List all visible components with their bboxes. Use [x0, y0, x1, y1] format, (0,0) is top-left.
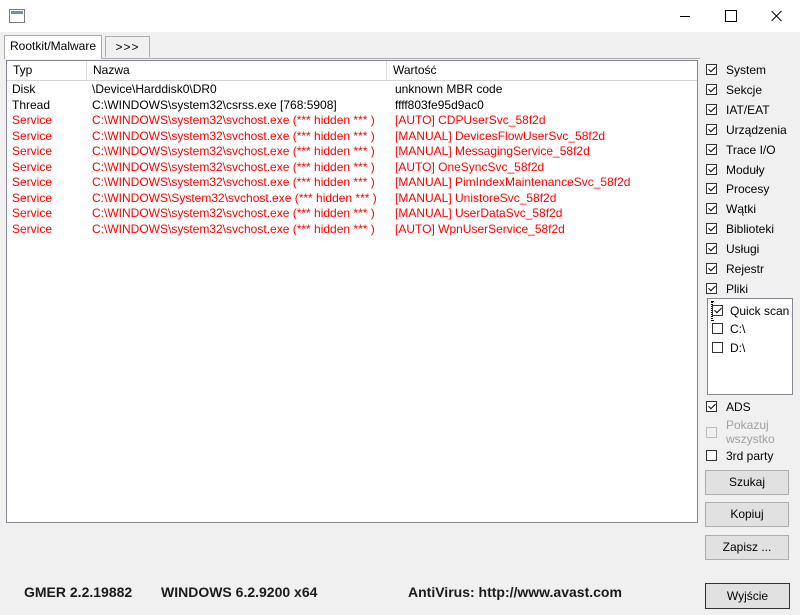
- cell-typ: Thread: [12, 97, 51, 112]
- cell-typ: Service: [12, 113, 53, 127]
- table-row[interactable]: Service C:\WINDOWS\system32\svchost.exe (…: [7, 113, 697, 129]
- checkbox[interactable]: [712, 305, 723, 316]
- checkbox[interactable]: [712, 323, 723, 334]
- cell-wartosc: [MANUAL] UserDataSvc_58f2d: [395, 206, 563, 220]
- cell-typ: Service: [12, 221, 53, 236]
- checkbox[interactable]: [706, 103, 717, 115]
- status-bar: GMER 2.2.19882 WINDOWS 6.2.9200 x64 Anti…: [0, 573, 800, 615]
- cell-wartosc: [AUTO] OneSyncSvc_58f2d: [395, 159, 545, 174]
- checkbox: [706, 427, 717, 438]
- table-row[interactable]: Service C:\WINDOWS\system32\svchost.exe (…: [7, 206, 697, 222]
- option-label: IAT/EAT: [726, 102, 770, 117]
- cell-nazwa: C:\WINDOWS\system32\svchost.exe (*** hid…: [92, 144, 375, 158]
- list-header: Typ Nazwa Wartość: [7, 61, 697, 81]
- checkbox[interactable]: [706, 223, 717, 235]
- copy-button[interactable]: Kopiuj: [705, 502, 789, 527]
- option-show-all-label-2: wszystko: [726, 432, 775, 446]
- cell-typ: Service: [12, 175, 53, 189]
- checkbox[interactable]: [712, 342, 723, 353]
- option-label: Trace I/O: [726, 142, 776, 157]
- option-label: Urządzenia: [726, 122, 787, 137]
- column-header-nazwa[interactable]: Nazwa: [87, 61, 387, 80]
- os-text: WINDOWS 6.2.9200 x64: [161, 584, 318, 600]
- option-label: Biblioteki: [726, 222, 775, 237]
- cell-nazwa: C:\WINDOWS\System32\svchost.exe (*** hid…: [92, 190, 377, 205]
- cell-nazwa: C:\WINDOWS\system32\svchost.exe (*** hid…: [92, 128, 375, 143]
- cell-nazwa: C:\WINDOWS\system32\svchost.exe (*** hid…: [92, 113, 375, 127]
- checkbox[interactable]: [706, 83, 717, 95]
- option-label: Usługi: [726, 242, 760, 257]
- checkbox[interactable]: [706, 450, 717, 461]
- option-label: Moduły: [726, 162, 765, 177]
- checkbox[interactable]: [706, 282, 717, 294]
- cell-nazwa: C:\WINDOWS\system32\svchost.exe (*** hid…: [92, 206, 375, 220]
- table-row[interactable]: Service C:\WINDOWS\system32\svchost.exe (…: [7, 144, 697, 160]
- antivirus-text: AntiVirus: http://www.avast.com: [408, 584, 622, 600]
- option-label: Rejestr: [726, 262, 765, 276]
- option-label: Procesy: [726, 182, 770, 197]
- cell-wartosc: [MANUAL] MessagingService_58f2d: [395, 144, 590, 158]
- table-row[interactable]: Disk \Device\Harddisk0\DR0 unknown MBR cod…: [7, 82, 697, 98]
- table-row[interactable]: Service C:\WINDOWS\system32\svchost.exe (…: [7, 129, 697, 145]
- cell-nazwa: C:\WINDOWS\system32\svchost.exe (*** hid…: [92, 159, 375, 174]
- cell-typ: Service: [12, 144, 53, 158]
- minimize-icon: [680, 15, 690, 17]
- close-button[interactable]: [754, 0, 800, 32]
- table-row[interactable]: Service C:\WINDOWS\System32\svchost.exe (…: [7, 191, 697, 207]
- save-button[interactable]: Zapisz ...: [705, 535, 789, 560]
- option-label: Pliki: [726, 281, 749, 296]
- cell-wartosc: [MANUAL] UnistoreSvc_58f2d: [395, 190, 557, 205]
- option-label: System: [726, 63, 767, 77]
- table-row[interactable]: Service C:\WINDOWS\system32\svchost.exe (…: [7, 222, 697, 238]
- checkbox[interactable]: [706, 401, 717, 412]
- cell-typ: Service: [12, 128, 53, 143]
- checkbox[interactable]: [706, 163, 717, 175]
- option-label: Wątki: [726, 202, 756, 217]
- tab-more[interactable]: >>>: [105, 36, 150, 57]
- exit-button[interactable]: Wyjście: [705, 583, 790, 609]
- list-rows: Disk \Device\Harddisk0\DR0 unknown MBR cod…: [7, 82, 697, 237]
- maximize-button[interactable]: [708, 0, 754, 32]
- cell-nazwa: C:\WINDOWS\system32\csrss.exe [768:5908]: [92, 97, 337, 112]
- table-row[interactable]: Thread C:\WINDOWS\system32\csrss.exe [768…: [7, 98, 697, 114]
- maximize-icon: [725, 10, 737, 22]
- minimize-button[interactable]: [662, 0, 708, 32]
- cell-typ: Service: [12, 159, 53, 174]
- cell-nazwa: C:\WINDOWS\system32\svchost.exe (*** hid…: [92, 175, 375, 189]
- checkbox[interactable]: [706, 123, 717, 135]
- tab-strip-border: [4, 58, 700, 59]
- checkbox[interactable]: [706, 143, 717, 155]
- scan-target-list[interactable]: Quick scan C:\ D:\: [707, 298, 793, 395]
- checkbox[interactable]: [706, 64, 717, 75]
- scan-button[interactable]: Szukaj: [705, 470, 789, 495]
- cell-nazwa: \Device\Harddisk0\DR0: [92, 82, 217, 96]
- app-window-icon: [9, 9, 25, 23]
- cell-nazwa: C:\WINDOWS\system32\svchost.exe (*** hid…: [92, 221, 375, 236]
- cell-typ: Disk: [12, 82, 36, 96]
- column-header-wartosc[interactable]: Wartość: [387, 61, 697, 80]
- cell-wartosc: [AUTO] CDPUserSvc_58f2d: [395, 113, 546, 127]
- cell-typ: Service: [12, 206, 53, 220]
- title-bar: [0, 0, 800, 32]
- tab-rootkit-malware[interactable]: Rootkit/Malware: [4, 35, 103, 59]
- checkbox[interactable]: [706, 183, 717, 195]
- table-row[interactable]: Service C:\WINDOWS\system32\svchost.exe (…: [7, 175, 697, 191]
- cell-wartosc: unknown MBR code: [395, 82, 503, 96]
- results-list[interactable]: Typ Nazwa Wartość Disk \Device\Harddisk0\…: [6, 60, 698, 523]
- option-show-all-label-1: Pokazuj: [726, 418, 769, 432]
- checkbox[interactable]: [706, 203, 717, 215]
- version-text: GMER 2.2.19882: [24, 584, 133, 600]
- cell-wartosc: [MANUAL] DevicesFlowUserSvc_58f2d: [395, 128, 606, 143]
- cell-typ: Service: [12, 190, 53, 205]
- cell-wartosc: [MANUAL] PimIndexMaintenanceSvc_58f2d: [395, 175, 631, 189]
- option-label: Sekcje: [726, 82, 763, 97]
- close-icon: [771, 10, 783, 22]
- checkbox[interactable]: [706, 263, 717, 274]
- table-row[interactable]: Service C:\WINDOWS\system32\svchost.exe (…: [7, 160, 697, 176]
- cell-wartosc: ffff803fe95d9ac0: [395, 97, 484, 112]
- column-header-typ[interactable]: Typ: [7, 61, 87, 80]
- checkbox[interactable]: [706, 243, 717, 255]
- cell-wartosc: [AUTO] WpnUserService_58f2d: [395, 221, 565, 236]
